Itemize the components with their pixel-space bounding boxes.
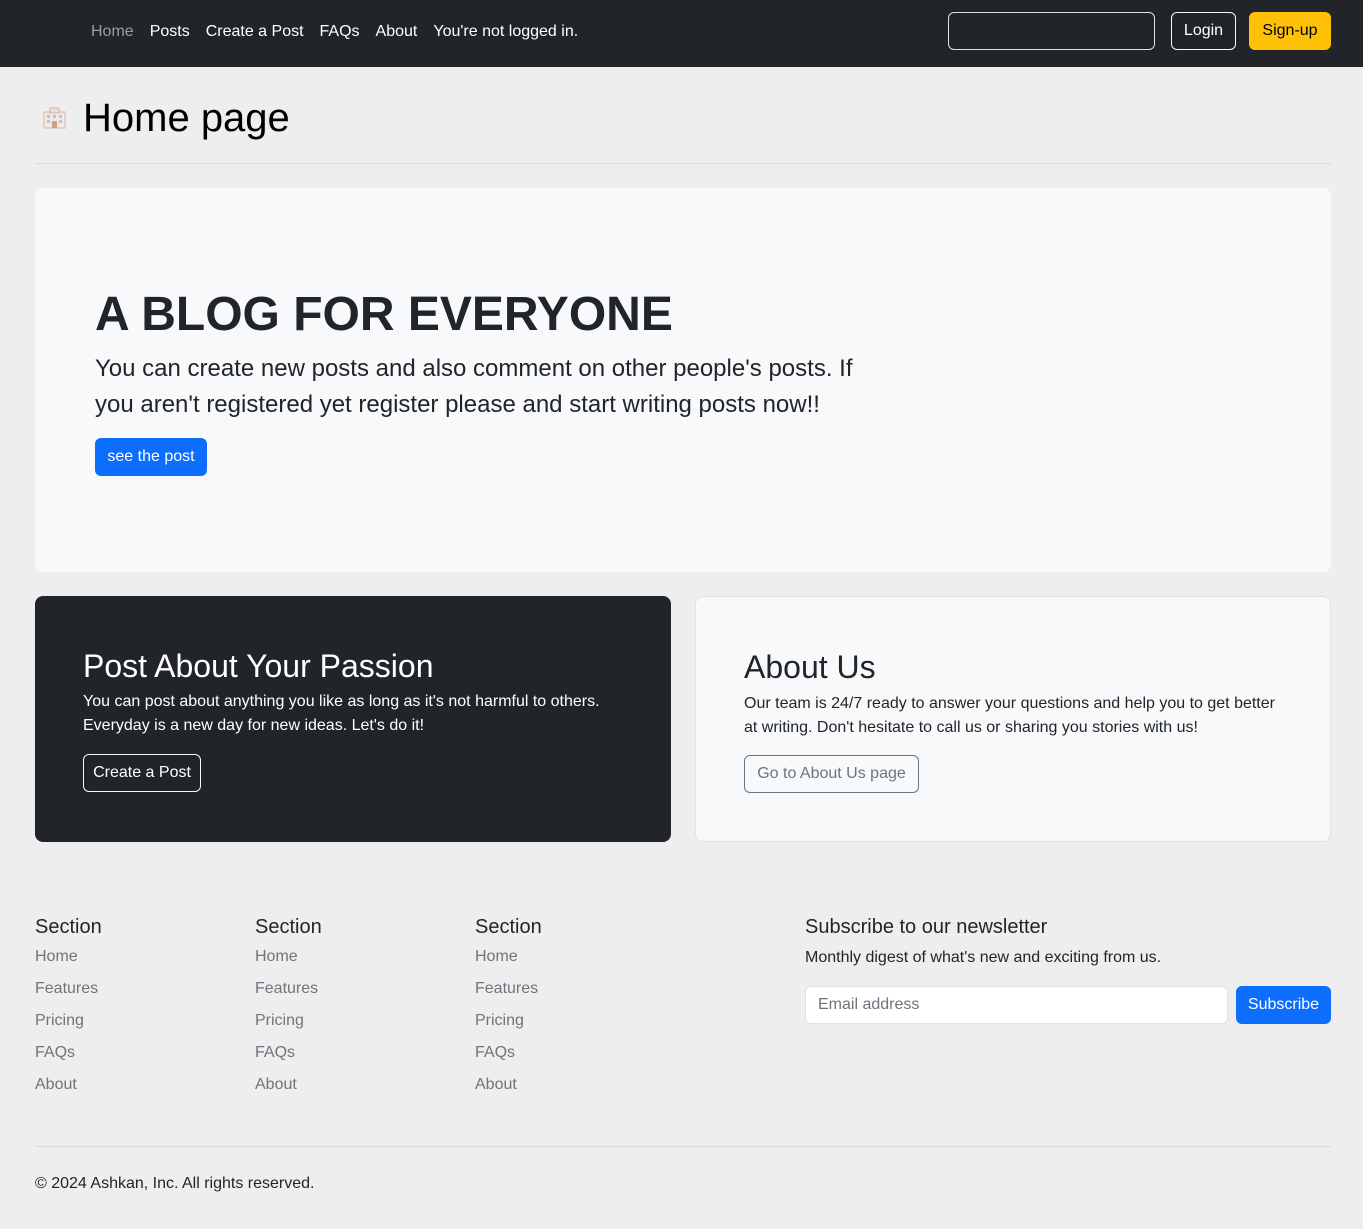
footer-divider bbox=[35, 1146, 1331, 1147]
nav-link-create-post[interactable]: Create a Post bbox=[206, 23, 304, 41]
login-button[interactable]: Login bbox=[1171, 12, 1236, 50]
divider bbox=[35, 163, 1331, 164]
nav-link-home[interactable]: Home bbox=[91, 23, 134, 41]
about-card-text: Our team is 24/7 ready to answer your qu… bbox=[744, 695, 1275, 736]
footer-section-heading: Section bbox=[255, 916, 322, 938]
footer-section-2: Section Home Features Pricing FAQs About bbox=[255, 914, 455, 1105]
see-the-post-button[interactable]: see the post bbox=[95, 438, 207, 476]
login-status-text: You're not logged in. bbox=[433, 23, 579, 40]
newsletter-form: Subscribe to our newsletter Monthly dige… bbox=[805, 914, 1331, 1024]
search-input[interactable] bbox=[948, 12, 1155, 50]
hero-section: A BLOG FOR EVERYONE You can create new p… bbox=[35, 188, 1331, 572]
newsletter-text: Monthly digest of what's new and excitin… bbox=[805, 949, 1162, 966]
footer-link-about[interactable]: About bbox=[255, 1073, 455, 1105]
email-input[interactable] bbox=[805, 986, 1228, 1024]
passion-card-title: Post About Your Passion bbox=[83, 648, 434, 684]
footer-link-home[interactable]: Home bbox=[255, 945, 455, 977]
navbar: Home Posts Create a Post FAQs About You'… bbox=[0, 0, 1363, 67]
create-post-button[interactable]: Create a Post bbox=[83, 754, 201, 792]
building-icon bbox=[41, 107, 68, 129]
footer-link-features[interactable]: Features bbox=[475, 977, 675, 1009]
footer-link-faqs[interactable]: FAQs bbox=[255, 1041, 455, 1073]
about-card-title: About Us bbox=[744, 649, 876, 685]
footer-link-about[interactable]: About bbox=[475, 1073, 675, 1105]
footer-link-home[interactable]: Home bbox=[475, 945, 675, 977]
footer-section-heading: Section bbox=[35, 916, 102, 938]
nav-link-about[interactable]: About bbox=[376, 23, 418, 41]
signup-button[interactable]: Sign-up bbox=[1249, 12, 1331, 50]
hero-title: A BLOG FOR EVERYONE bbox=[95, 288, 673, 341]
footer-section-1: Section Home Features Pricing FAQs About bbox=[35, 914, 235, 1105]
copyright-text: © 2024 Ashkan, Inc. All rights reserved. bbox=[35, 1175, 315, 1192]
about-us-page-button[interactable]: Go to About Us page bbox=[744, 755, 919, 793]
nav-link-posts[interactable]: Posts bbox=[150, 23, 190, 41]
footer-link-faqs[interactable]: FAQs bbox=[475, 1041, 675, 1073]
page-title: Home page bbox=[83, 96, 290, 140]
nav-links: Home Posts Create a Post FAQs About You'… bbox=[91, 21, 578, 43]
passion-card-text: You can post about anything you like as … bbox=[83, 693, 600, 734]
nav-link-faqs[interactable]: FAQs bbox=[320, 23, 360, 41]
footer-link-features[interactable]: Features bbox=[255, 977, 455, 1009]
footer-link-pricing[interactable]: Pricing bbox=[475, 1009, 675, 1041]
subscribe-button[interactable]: Subscribe bbox=[1236, 986, 1331, 1024]
newsletter-title: Subscribe to our newsletter bbox=[805, 916, 1048, 938]
footer-link-home[interactable]: Home bbox=[35, 945, 235, 977]
footer-section-heading: Section bbox=[475, 916, 542, 938]
footer-link-pricing[interactable]: Pricing bbox=[35, 1009, 235, 1041]
passion-card: Post About Your Passion You can post abo… bbox=[35, 596, 671, 842]
footer-link-about[interactable]: About bbox=[35, 1073, 235, 1105]
page-header: Home page bbox=[35, 94, 290, 142]
about-card: About Us Our team is 24/7 ready to answe… bbox=[695, 596, 1331, 842]
footer-section-3: Section Home Features Pricing FAQs About bbox=[475, 914, 675, 1105]
footer-link-features[interactable]: Features bbox=[35, 977, 235, 1009]
hero-text: You can create new posts and also commen… bbox=[95, 355, 853, 418]
footer-link-pricing[interactable]: Pricing bbox=[255, 1009, 455, 1041]
footer-link-faqs[interactable]: FAQs bbox=[35, 1041, 235, 1073]
